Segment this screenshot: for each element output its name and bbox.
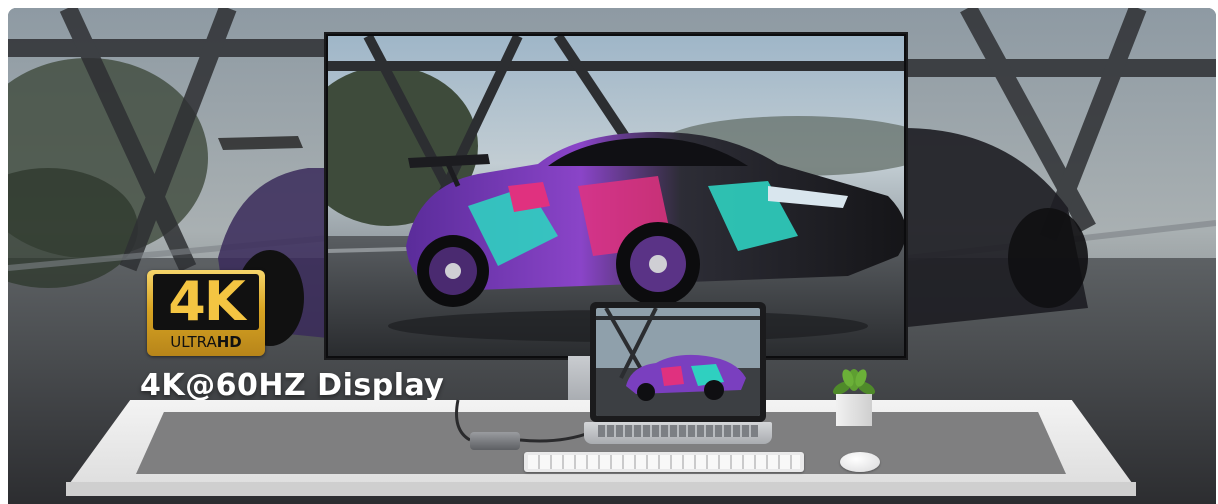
badge-hd-text: HD	[216, 333, 242, 351]
keyboard	[524, 452, 804, 472]
4k-ultra-hd-badge: 4K ULTRAHD	[147, 270, 265, 356]
mouse	[840, 452, 880, 472]
display-spec-headline: 4K@60HZ Display	[140, 368, 445, 403]
plant-pot	[836, 394, 872, 426]
usb-c-hub	[470, 432, 520, 450]
badge-ultrahd-text: ULTRAHD	[153, 333, 259, 351]
badge-4k-text: 4K	[153, 274, 259, 330]
laptop	[590, 302, 766, 422]
laptop-keyboard	[598, 425, 758, 437]
badge-ultra-text: ULTRA	[170, 333, 217, 351]
laptop-screen	[596, 308, 760, 416]
keyboard-keys	[528, 455, 800, 469]
laptop-car-image	[596, 308, 760, 416]
desk-edge	[66, 482, 1136, 496]
